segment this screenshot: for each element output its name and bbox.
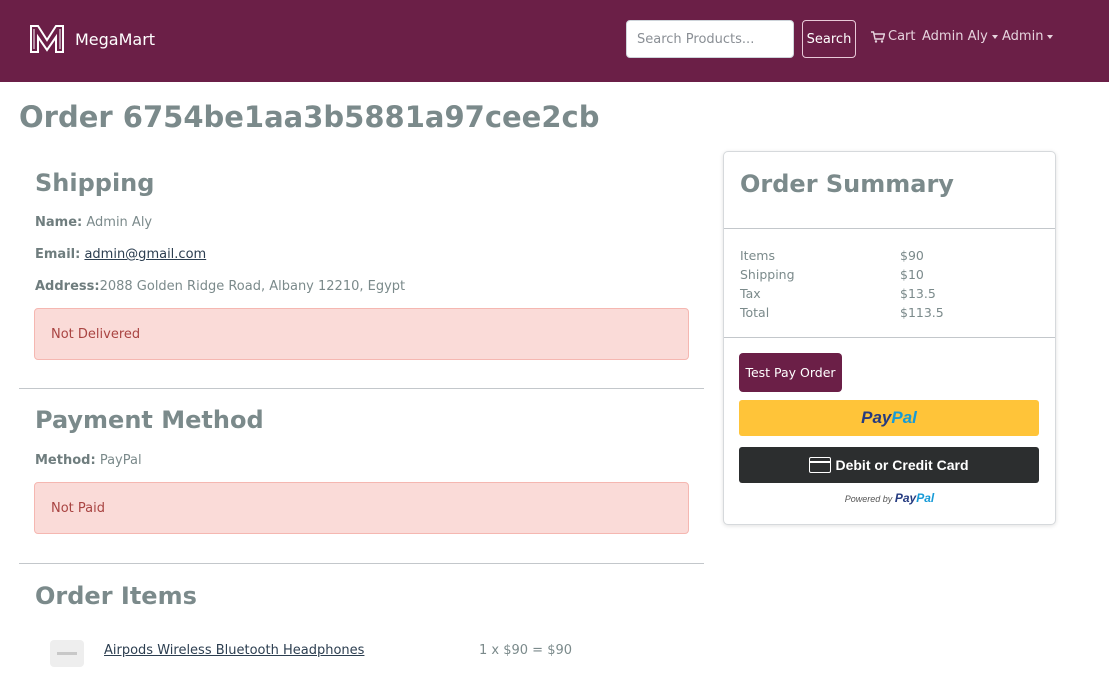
shipping-name-value: Admin Aly [86,215,153,230]
summary-divider [724,337,1055,338]
nav-cart-link[interactable]: Cart [871,29,916,44]
search-button[interactable]: Search [802,20,856,58]
brand-name: MegaMart [75,29,156,49]
payment-method-label: Method: [35,453,96,468]
powered-by-paypal: Powered by PayPal [724,491,1055,505]
page-title: Order 6754be1aa3b5881a97cee2cb [19,100,600,134]
navbar: MegaMart Search Cart Admin Aly Admin [0,0,1109,82]
powered-logo-part2: Pal [916,491,935,505]
section-divider [19,563,704,564]
summary-total-label: Total [740,305,770,320]
shipping-address: Address:2088 Golden Ridge Road, Albany 1… [35,279,405,294]
summary-shipping-value: $10 [900,267,924,282]
test-pay-order-button[interactable]: Test Pay Order [739,353,842,392]
payment-method-value: PayPal [99,453,142,468]
user-menu-label: Admin Aly [922,29,988,44]
chevron-down-icon [991,34,998,39]
payment-status-alert: Not Paid [34,482,689,534]
shipping-heading: Shipping [35,169,155,197]
user-menu-dropdown[interactable]: Admin Aly [922,29,998,44]
paypal-logo-part1: Pay [861,408,892,427]
powered-by-label: Powered by [844,494,893,504]
order-summary-card: Order Summary Items $90 Shipping $10 Tax… [723,151,1056,525]
payment-method-heading: Payment Method [35,406,264,434]
shipping-email-label: Email: [35,247,81,262]
summary-items-label: Items [740,248,775,263]
summary-shipping-label: Shipping [740,267,795,282]
paypal-logo-part2: Pal [891,408,917,427]
admin-menu-label: Admin [1002,29,1044,44]
summary-tax-label: Tax [740,286,761,301]
paypal-button[interactable]: Pay Pal [739,400,1039,436]
shipping-address-label: Address: [35,279,100,294]
shipping-email-link[interactable]: admin@gmail.com [84,247,206,262]
admin-menu-dropdown[interactable]: Admin [1002,29,1054,44]
summary-tax-value: $13.5 [900,286,936,301]
shipping-name: Name: Admin Aly [35,215,152,230]
powered-logo-part1: Pay [894,491,917,505]
product-link[interactable]: Airpods Wireless Bluetooth Headphones [104,643,364,658]
shipping-email: Email: admin@gmail.com [35,247,206,262]
product-price-line: 1 x $90 = $90 [479,643,573,658]
credit-card-icon [809,457,832,473]
delivery-status-alert: Not Delivered [34,308,689,360]
summary-divider [724,228,1055,229]
section-divider [19,388,704,389]
debit-credit-card-button[interactable]: Debit or Credit Card [739,447,1039,483]
nav-cart-label: Cart [888,29,916,44]
shipping-name-label: Name: [35,215,83,230]
chevron-down-icon [1047,34,1054,39]
brand-link[interactable]: MegaMart [29,24,155,54]
megamart-logo-icon [30,25,64,53]
shipping-address-value: 2088 Golden Ridge Road, Albany 12210, Eg… [99,279,406,294]
shopping-cart-icon [871,30,885,43]
card-button-label: Debit or Credit Card [835,457,969,473]
search-input[interactable] [626,20,794,58]
summary-items-value: $90 [900,248,924,263]
order-items-heading: Order Items [35,582,197,610]
payment-method: Method: PayPal [35,453,142,468]
order-summary-heading: Order Summary [740,170,954,198]
summary-total-value: $113.5 [900,305,944,320]
product-thumbnail [50,640,84,667]
